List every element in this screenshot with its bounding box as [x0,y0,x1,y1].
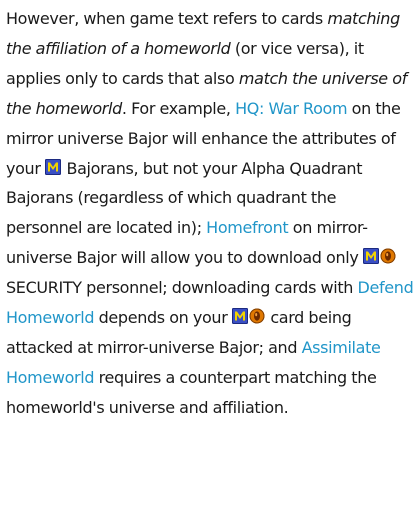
mirror-universe-icon [231,308,248,325]
mirror-universe-icon [362,248,379,265]
rules-paragraph: However, when game text refers to cards … [6,4,415,423]
text-segment: SECURITY personnel; downloading cards wi… [6,278,358,298]
text-segment: . For example, [121,98,236,118]
link-homefront[interactable]: Homefront [206,218,289,237]
mirror-universe-icon [45,158,62,175]
bajoran-affiliation-icon [249,308,265,324]
text-segment: However, when game text refers to cards [6,9,328,28]
bajoran-affiliation-icon [380,248,396,264]
rules-document: However, when game text refers to cards … [0,0,419,423]
text-segment: depends on your [94,308,232,328]
link-hq-war-room[interactable]: HQ: War Room [235,99,347,118]
